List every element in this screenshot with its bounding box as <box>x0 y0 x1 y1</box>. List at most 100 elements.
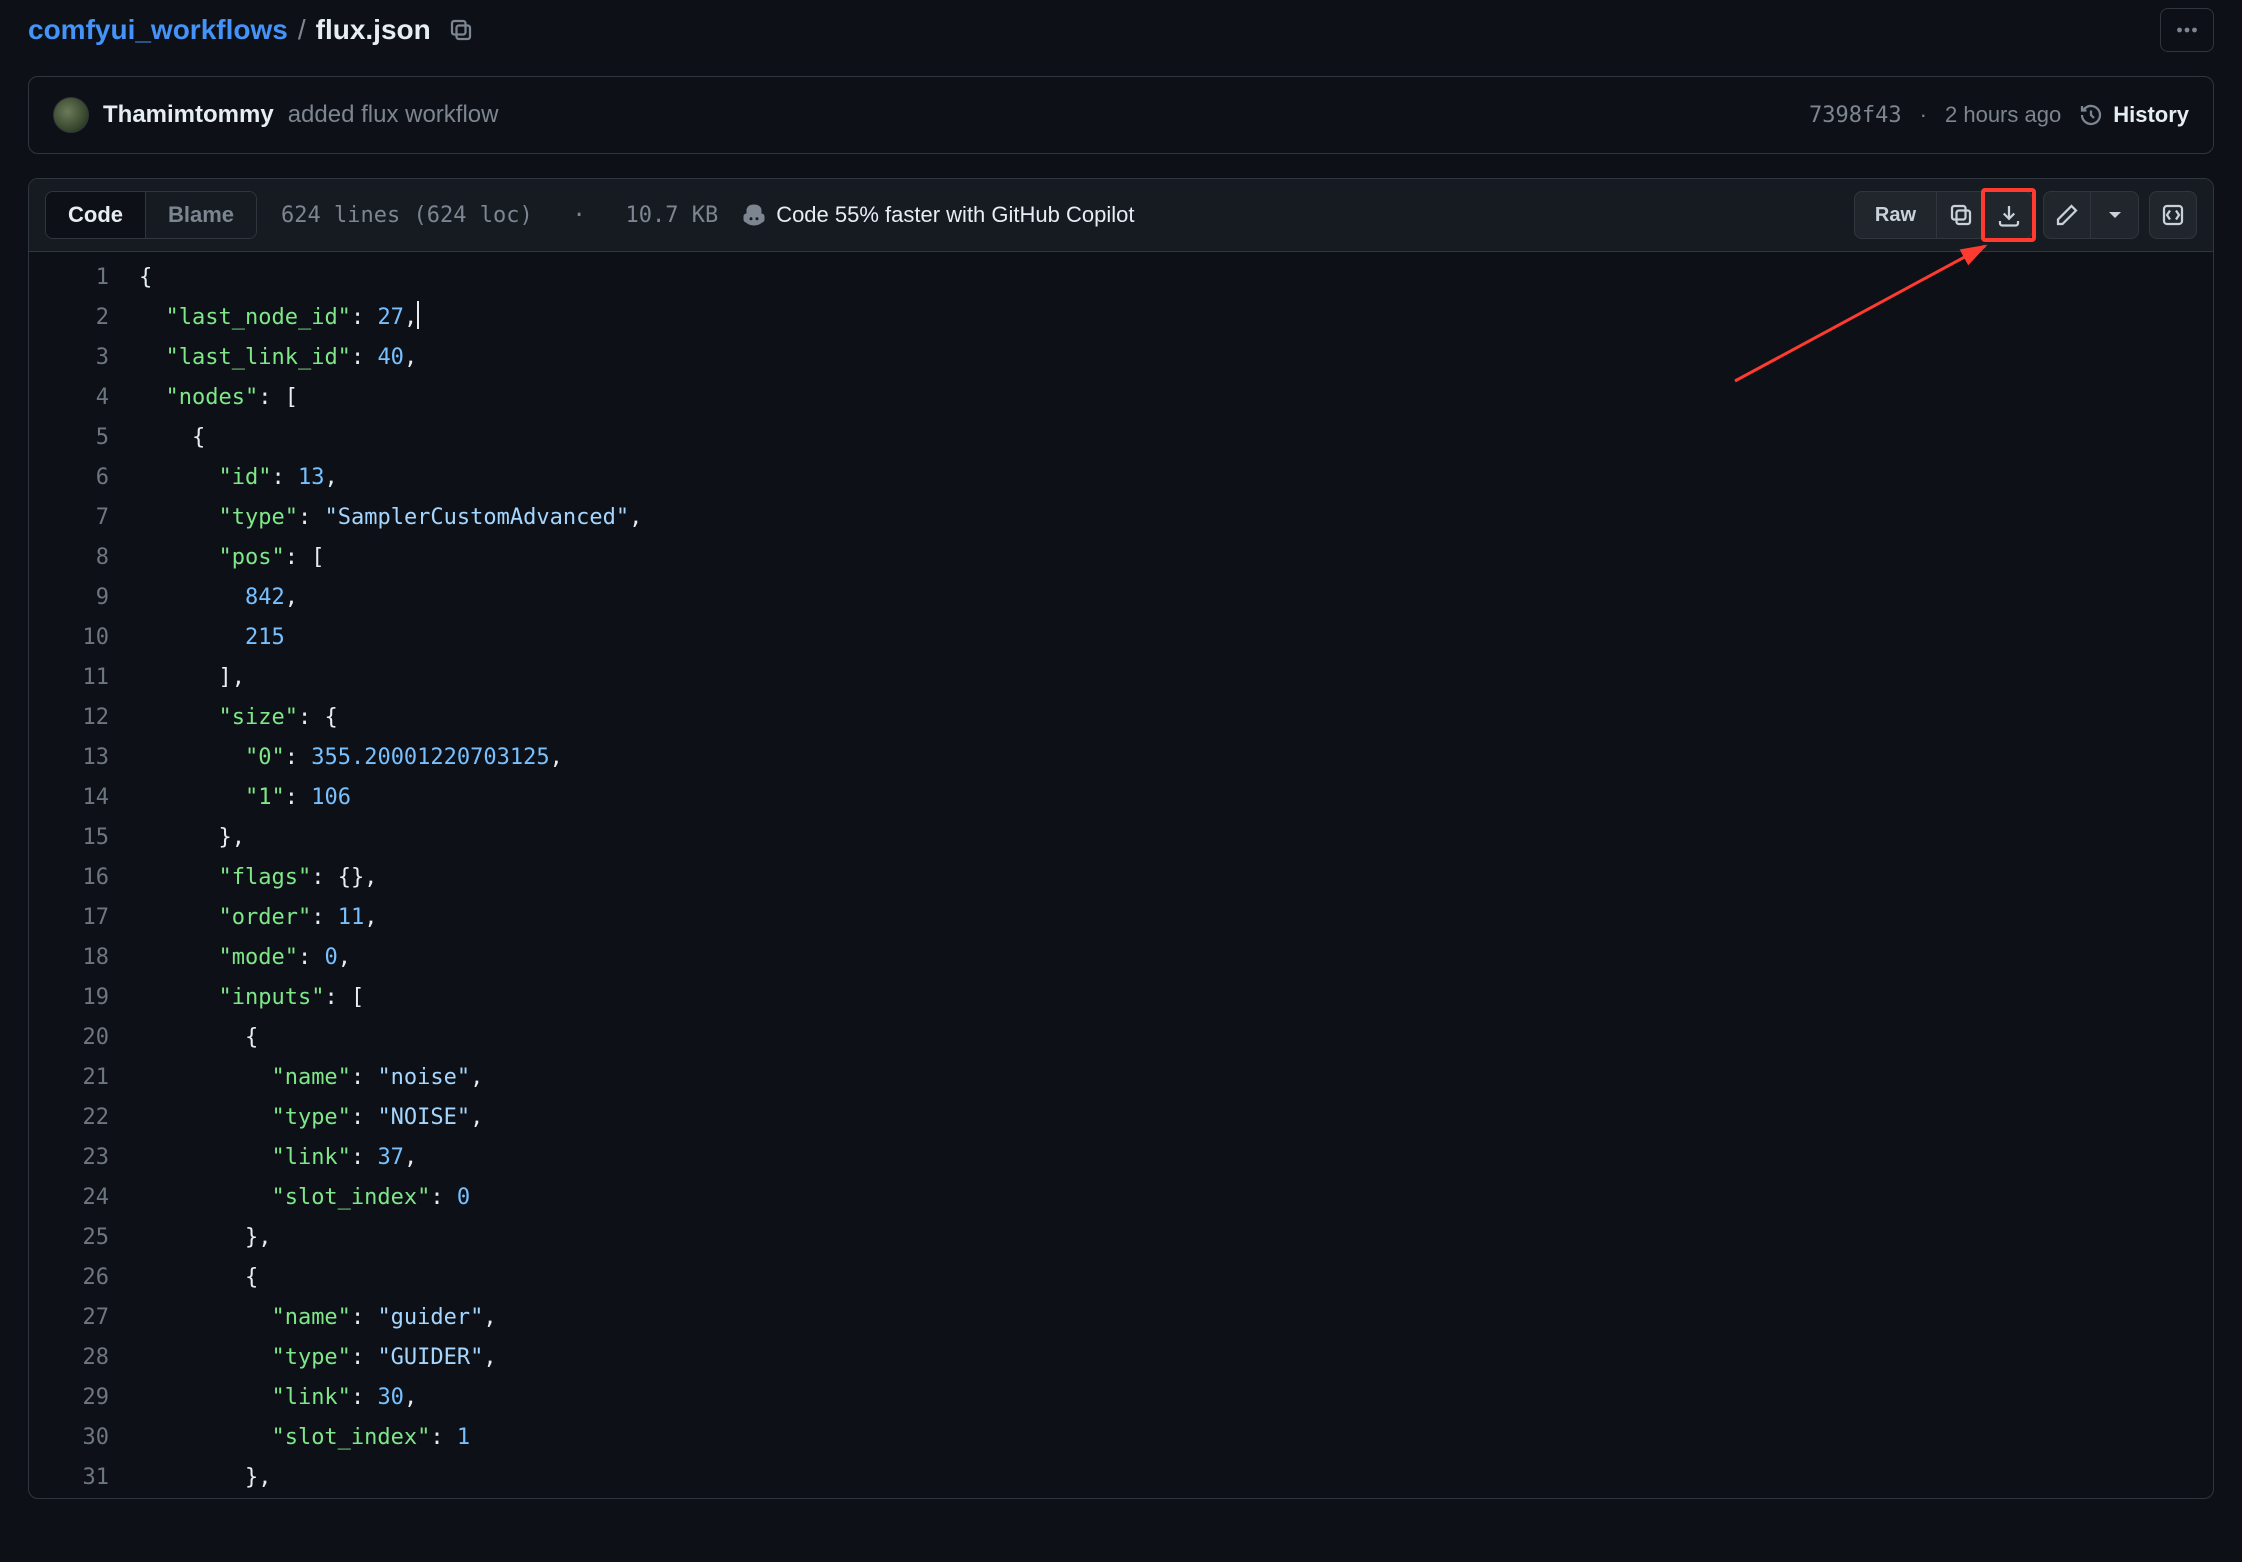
code-line[interactable]: "pos": [ <box>139 538 2213 578</box>
code-line[interactable]: "mode": 0, <box>139 938 2213 978</box>
code-line[interactable]: { <box>139 258 2213 298</box>
line-number[interactable]: 30 <box>29 1418 109 1458</box>
code-line[interactable]: "order": 11, <box>139 898 2213 938</box>
code-line[interactable]: "slot_index": 1 <box>139 1418 2213 1458</box>
edit-button[interactable] <box>2043 191 2091 239</box>
code-area[interactable]: 1234567891011121314151617181920212223242… <box>29 252 2213 1498</box>
file-lines: 624 lines (624 loc) <box>281 203 533 228</box>
code-line[interactable]: 842, <box>139 578 2213 618</box>
code-line[interactable]: "type": "NOISE", <box>139 1098 2213 1138</box>
line-number[interactable]: 27 <box>29 1298 109 1338</box>
history-icon <box>2079 103 2103 127</box>
line-number[interactable]: 31 <box>29 1458 109 1498</box>
line-number[interactable]: 25 <box>29 1218 109 1258</box>
code-line[interactable]: "name": "guider", <box>139 1298 2213 1338</box>
copilot-prompt[interactable]: Code 55% faster with GitHub Copilot <box>742 202 1134 228</box>
line-number[interactable]: 15 <box>29 818 109 858</box>
code-line[interactable]: "0": 355.20001220703125, <box>139 738 2213 778</box>
history-label: History <box>2113 102 2189 128</box>
code-line[interactable]: "nodes": [ <box>139 378 2213 418</box>
line-number[interactable]: 3 <box>29 338 109 378</box>
line-number[interactable]: 12 <box>29 698 109 738</box>
code-line[interactable]: "flags": {}, <box>139 858 2213 898</box>
file-meta: 624 lines (624 loc) · 10.7 KB <box>281 203 718 228</box>
file-size: 10.7 KB <box>625 203 718 228</box>
code-line[interactable]: "size": { <box>139 698 2213 738</box>
blame-tab[interactable]: Blame <box>146 192 256 238</box>
code-line[interactable]: { <box>139 1258 2213 1298</box>
code-line[interactable]: "type": "GUIDER", <box>139 1338 2213 1378</box>
line-number[interactable]: 26 <box>29 1258 109 1298</box>
line-number[interactable]: 23 <box>29 1138 109 1178</box>
view-toggle: Code Blame <box>45 191 257 239</box>
history-link[interactable]: History <box>2079 102 2189 128</box>
code-line[interactable]: 215 <box>139 618 2213 658</box>
line-number[interactable]: 10 <box>29 618 109 658</box>
code-line[interactable]: "inputs": [ <box>139 978 2213 1018</box>
symbols-button[interactable] <box>2149 191 2197 239</box>
line-number[interactable]: 1 <box>29 258 109 298</box>
copy-raw-button[interactable] <box>1937 191 1985 239</box>
line-number[interactable]: 20 <box>29 1018 109 1058</box>
code-line[interactable]: { <box>139 418 2213 458</box>
code-line[interactable]: "last_node_id": 27, <box>139 298 2213 338</box>
code-line[interactable]: }, <box>139 1458 2213 1498</box>
file-view: Code Blame 624 lines (624 loc) · 10.7 KB… <box>28 178 2214 1499</box>
code-line[interactable]: "name": "noise", <box>139 1058 2213 1098</box>
line-number[interactable]: 28 <box>29 1338 109 1378</box>
line-number[interactable]: 5 <box>29 418 109 458</box>
breadcrumb-parent-link[interactable]: comfyui_workflows <box>28 14 288 46</box>
code-line[interactable]: "slot_index": 0 <box>139 1178 2213 1218</box>
breadcrumb-separator: / <box>298 14 306 46</box>
line-number[interactable]: 13 <box>29 738 109 778</box>
copy-icon <box>449 18 473 42</box>
line-number[interactable]: 11 <box>29 658 109 698</box>
code-line[interactable]: "type": "SamplerCustomAdvanced", <box>139 498 2213 538</box>
line-number[interactable]: 8 <box>29 538 109 578</box>
commit-hash[interactable]: 7398f43 <box>1809 103 1902 128</box>
edit-menu-button[interactable] <box>2091 191 2139 239</box>
copilot-text: Code 55% faster with GitHub Copilot <box>776 202 1134 228</box>
breadcrumb: comfyui_workflows / flux.json <box>28 14 473 46</box>
code-tab[interactable]: Code <box>46 192 146 238</box>
copilot-icon <box>742 203 766 227</box>
breadcrumb-current: flux.json <box>316 14 431 46</box>
line-number[interactable]: 24 <box>29 1178 109 1218</box>
line-number[interactable]: 19 <box>29 978 109 1018</box>
line-number[interactable]: 18 <box>29 938 109 978</box>
code-line[interactable]: "link": 30, <box>139 1378 2213 1418</box>
file-toolbar: Code Blame 624 lines (624 loc) · 10.7 KB… <box>29 179 2213 252</box>
line-number[interactable]: 16 <box>29 858 109 898</box>
download-raw-button[interactable] <box>1985 191 2033 239</box>
commit-message[interactable]: added flux workflow <box>288 101 499 129</box>
copy-path-button[interactable] <box>449 18 473 42</box>
line-number[interactable]: 4 <box>29 378 109 418</box>
more-menu-button[interactable] <box>2160 8 2214 52</box>
code-line[interactable]: "last_link_id": 40, <box>139 338 2213 378</box>
meta-separator: · <box>572 203 585 228</box>
line-number[interactable]: 9 <box>29 578 109 618</box>
code-line[interactable]: "link": 37, <box>139 1138 2213 1178</box>
line-number[interactable]: 2 <box>29 298 109 338</box>
avatar[interactable] <box>53 97 89 133</box>
line-number[interactable]: 21 <box>29 1058 109 1098</box>
line-number[interactable]: 29 <box>29 1378 109 1418</box>
code-line[interactable]: "1": 106 <box>139 778 2213 818</box>
raw-button[interactable]: Raw <box>1854 191 1937 239</box>
line-number[interactable]: 6 <box>29 458 109 498</box>
code-line[interactable]: }, <box>139 1218 2213 1258</box>
code-content[interactable]: { "last_node_id": 27, "last_link_id": 40… <box>139 258 2213 1498</box>
line-number[interactable]: 7 <box>29 498 109 538</box>
line-number[interactable]: 17 <box>29 898 109 938</box>
symbols-icon <box>2161 203 2185 227</box>
line-number[interactable]: 14 <box>29 778 109 818</box>
latest-commit-bar: Thamimtommy added flux workflow 7398f43 … <box>28 76 2214 154</box>
code-line[interactable]: "id": 13, <box>139 458 2213 498</box>
code-line[interactable]: ], <box>139 658 2213 698</box>
commit-author[interactable]: Thamimtommy <box>103 101 274 129</box>
caret-down-icon <box>2103 203 2127 227</box>
dot-separator: · <box>1920 102 1927 128</box>
line-number[interactable]: 22 <box>29 1098 109 1138</box>
code-line[interactable]: { <box>139 1018 2213 1058</box>
code-line[interactable]: }, <box>139 818 2213 858</box>
